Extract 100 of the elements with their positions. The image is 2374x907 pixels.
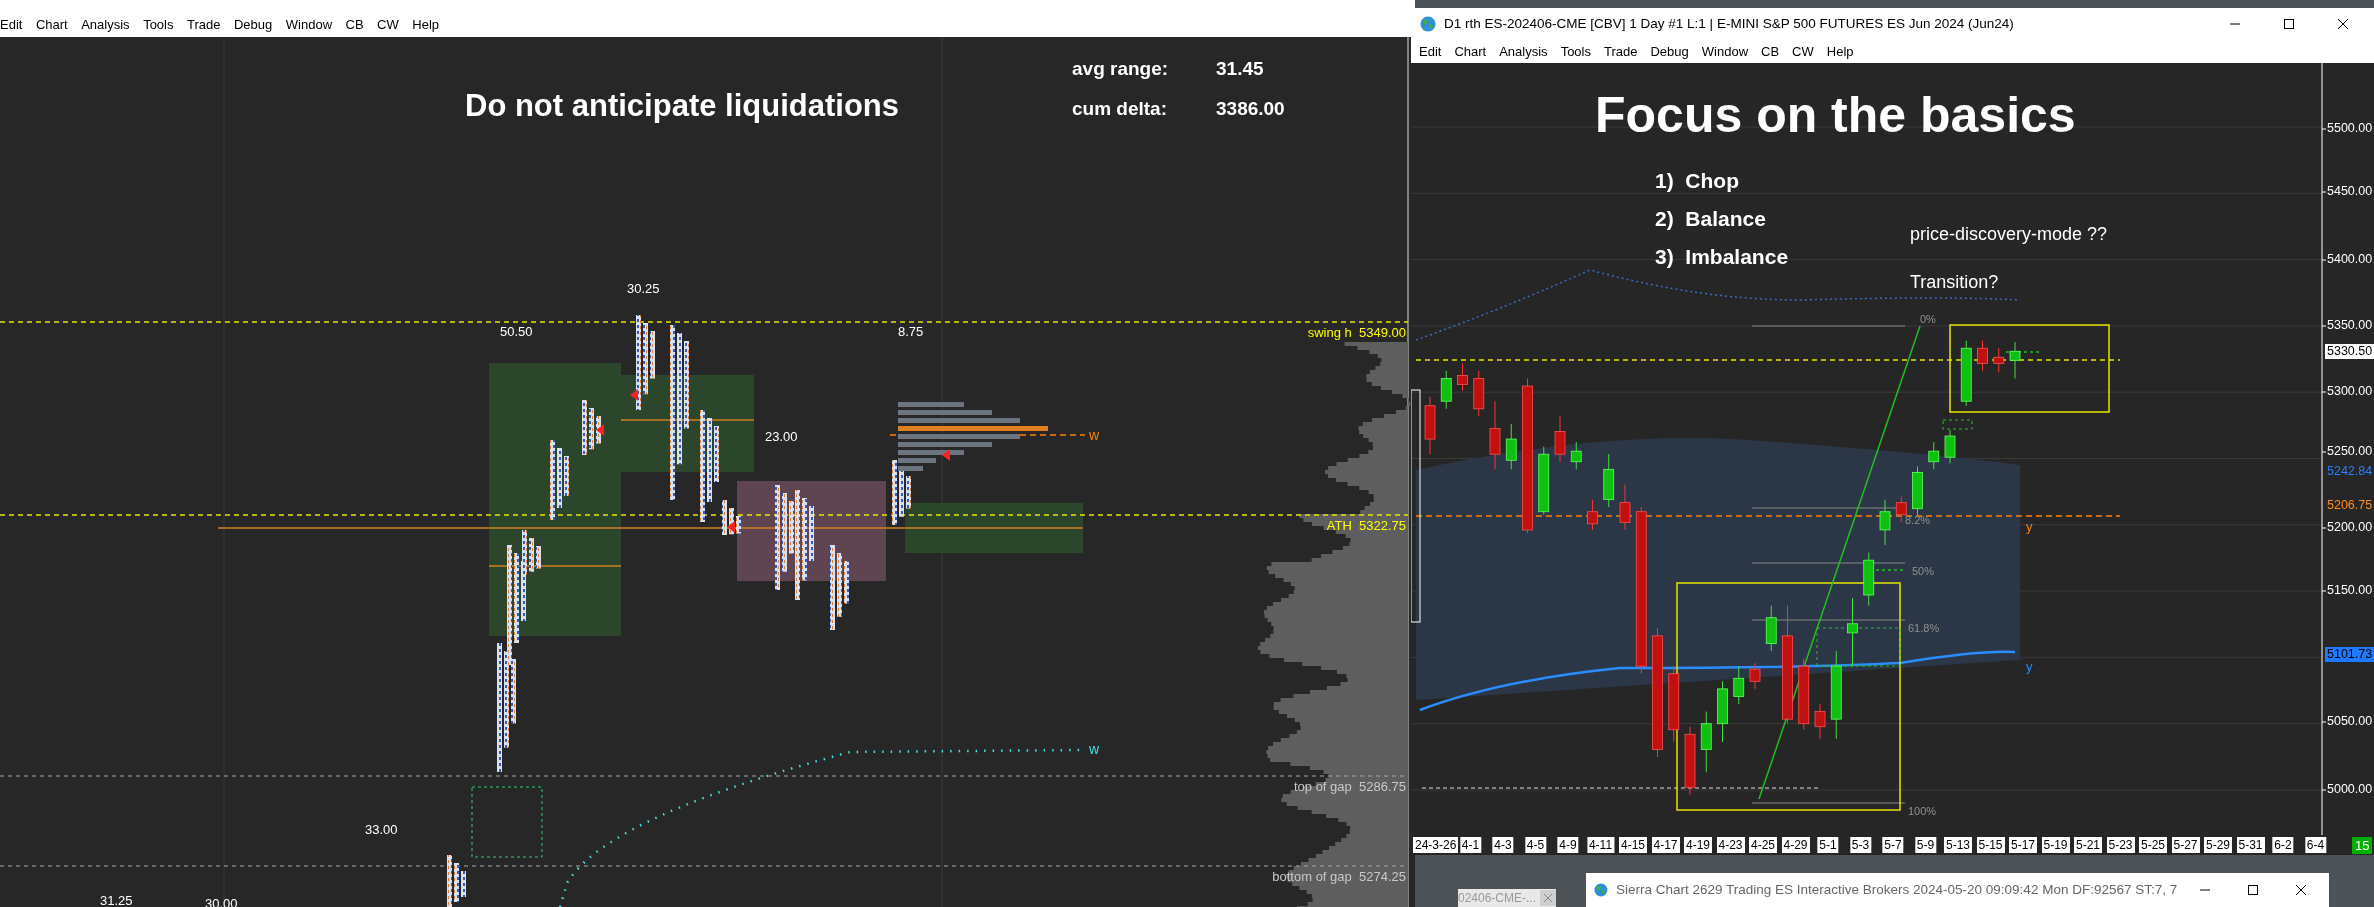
- menu-item[interactable]: Trade: [187, 15, 221, 35]
- date-label: 5-7: [1882, 837, 1904, 853]
- window-title: D1 rth ES-202406-CME [CBV] 1 Day #1 L:1 | E-MINI S&P 500 FUTURES ES Jun 2024 (Jun24): [1444, 14, 2015, 33]
- date-label: 5-3: [1849, 837, 1872, 853]
- range-label: 30.25: [627, 282, 660, 295]
- menu-item[interactable]: Trade: [1604, 41, 1638, 62]
- marker-triangle: [942, 449, 950, 461]
- menu-item[interactable]: Window: [285, 15, 333, 35]
- tpo-profile-drawing: [447, 855, 466, 907]
- gap-box: [471, 786, 543, 858]
- date-label: 4-1: [1459, 837, 1482, 853]
- menu-item[interactable]: Chart: [1454, 41, 1487, 62]
- window-title: Sierra Chart 2629 Trading ES Interactive Brokers 2024-05-20 09:09:42 Mon DF:92567 ST:7, 7: [1615, 880, 2178, 899]
- candlestick: [1863, 552, 1875, 607]
- menu-item[interactable]: Help: [412, 15, 439, 35]
- candlestick: [1993, 347, 2005, 373]
- close-icon: [2295, 884, 2307, 896]
- menu-item[interactable]: Debug: [1650, 41, 1689, 62]
- menu-item[interactable]: CW: [1792, 41, 1814, 62]
- candlestick: [1603, 453, 1615, 508]
- chart-heading: Focus on the basics: [1595, 90, 2076, 140]
- tpo-profile-drawing: [582, 400, 601, 455]
- candlestick: [1457, 362, 1468, 392]
- date-label: 4-17: [1651, 837, 1680, 853]
- stat-label: avg range:: [1072, 59, 1169, 78]
- range-label: 23.00: [765, 430, 798, 443]
- menu-item[interactable]: Help: [1826, 41, 1854, 62]
- price-tick: 5250.00: [2327, 445, 2373, 458]
- fib-label: 100%: [1908, 806, 1937, 817]
- candlestick: [1684, 726, 1696, 796]
- menu-item[interactable]: Edit: [0, 15, 23, 35]
- range-label: 8.75: [898, 325, 924, 338]
- globe-icon: [1594, 882, 1608, 898]
- menu-item[interactable]: Analysis: [81, 15, 130, 35]
- date-label: 5-15: [1976, 837, 2005, 853]
- date-label: 4-23: [1716, 837, 1745, 853]
- price-tick: 5350.00: [2327, 319, 2373, 332]
- menu-item[interactable]: CB: [345, 15, 364, 35]
- candlestick: [1717, 680, 1728, 743]
- tab-label: 02406-CME-...: [1458, 890, 1538, 907]
- menu-item[interactable]: Debug: [233, 15, 273, 35]
- date-label: 6-4: [2304, 837, 2327, 853]
- date-label: 5-13: [1944, 837, 1972, 853]
- date-label: 5-23: [2106, 837, 2135, 853]
- menu-item[interactable]: Analysis: [1499, 41, 1548, 62]
- date-label: 4-15: [1619, 837, 1647, 853]
- date-label: 4-29: [1781, 837, 1810, 853]
- menu-item[interactable]: CB: [1761, 41, 1780, 62]
- candlestick: [1554, 415, 1566, 463]
- range-label: 31.25: [100, 894, 133, 907]
- menu-item[interactable]: Edit: [1419, 41, 1442, 62]
- menu-item[interactable]: CW: [377, 15, 399, 35]
- dashed-box: [1942, 419, 1973, 430]
- date-label: 4-19: [1684, 837, 1712, 853]
- menu-item[interactable]: Tools: [143, 15, 174, 35]
- candlestick: [1473, 370, 1485, 417]
- level-label: top of gap 5286.75: [1293, 780, 1406, 793]
- price-tick: 5000.00: [2327, 783, 2373, 796]
- date-label: 5-9: [1914, 837, 1937, 853]
- stat-value: 3386.00: [1216, 99, 1285, 118]
- date-label: 4-25: [1749, 837, 1777, 853]
- marker-triangle: [727, 521, 735, 533]
- basics-item: 2) Balance: [1655, 208, 1766, 229]
- fib-label: 61.8%: [1908, 623, 1940, 634]
- menu-item[interactable]: Window: [1701, 41, 1749, 62]
- chart-note: price-discovery-mode ??: [1910, 225, 2108, 243]
- price-tick: 5400.00: [2327, 253, 2373, 266]
- date-label: 4-9: [1557, 837, 1579, 853]
- globe-icon: [1420, 16, 1436, 32]
- candlestick: [2009, 341, 2021, 379]
- fib-label: 8.2%: [1905, 515, 1931, 526]
- level-label: swing h 5349.00: [1307, 326, 1406, 339]
- candlestick: [1847, 597, 1858, 667]
- candlestick: [1440, 370, 1452, 410]
- candlestick: [1570, 441, 1582, 470]
- candlestick: [1879, 499, 1891, 546]
- basics-item: 1) Chop: [1655, 170, 1739, 191]
- date-label: 4-3: [1492, 837, 1514, 853]
- candlestick: [1814, 703, 1826, 740]
- price-tick: 5200.00: [2327, 521, 2373, 534]
- menu-item[interactable]: Tools: [1560, 41, 1591, 62]
- tpo-profile-drawing: [892, 460, 911, 525]
- close-icon: [2337, 18, 2349, 30]
- candlestick: [1538, 446, 1550, 516]
- menu-item[interactable]: Chart: [35, 15, 68, 35]
- date-label: 5-31: [2236, 837, 2265, 853]
- level-label: ATH 5322.75: [1326, 519, 1406, 532]
- line-marker: y: [2026, 660, 2033, 673]
- date-label: 5-21: [2074, 837, 2102, 853]
- price-marker: 5101.73: [2325, 647, 2374, 662]
- tpo-profile-drawing: [722, 500, 741, 535]
- level-label: bottom of gap 5274.25: [1272, 870, 1406, 883]
- candlestick: [1912, 465, 1923, 516]
- range-label: 50.50: [500, 325, 533, 338]
- dashed-line: [2005, 351, 2041, 353]
- date-label: 5-25: [2139, 837, 2167, 853]
- price-tick: 5050.00: [2327, 715, 2373, 728]
- chart-note: Transition?: [1910, 273, 1999, 291]
- candlestick: [1977, 340, 1988, 372]
- date-label: 5-19: [2041, 837, 2070, 853]
